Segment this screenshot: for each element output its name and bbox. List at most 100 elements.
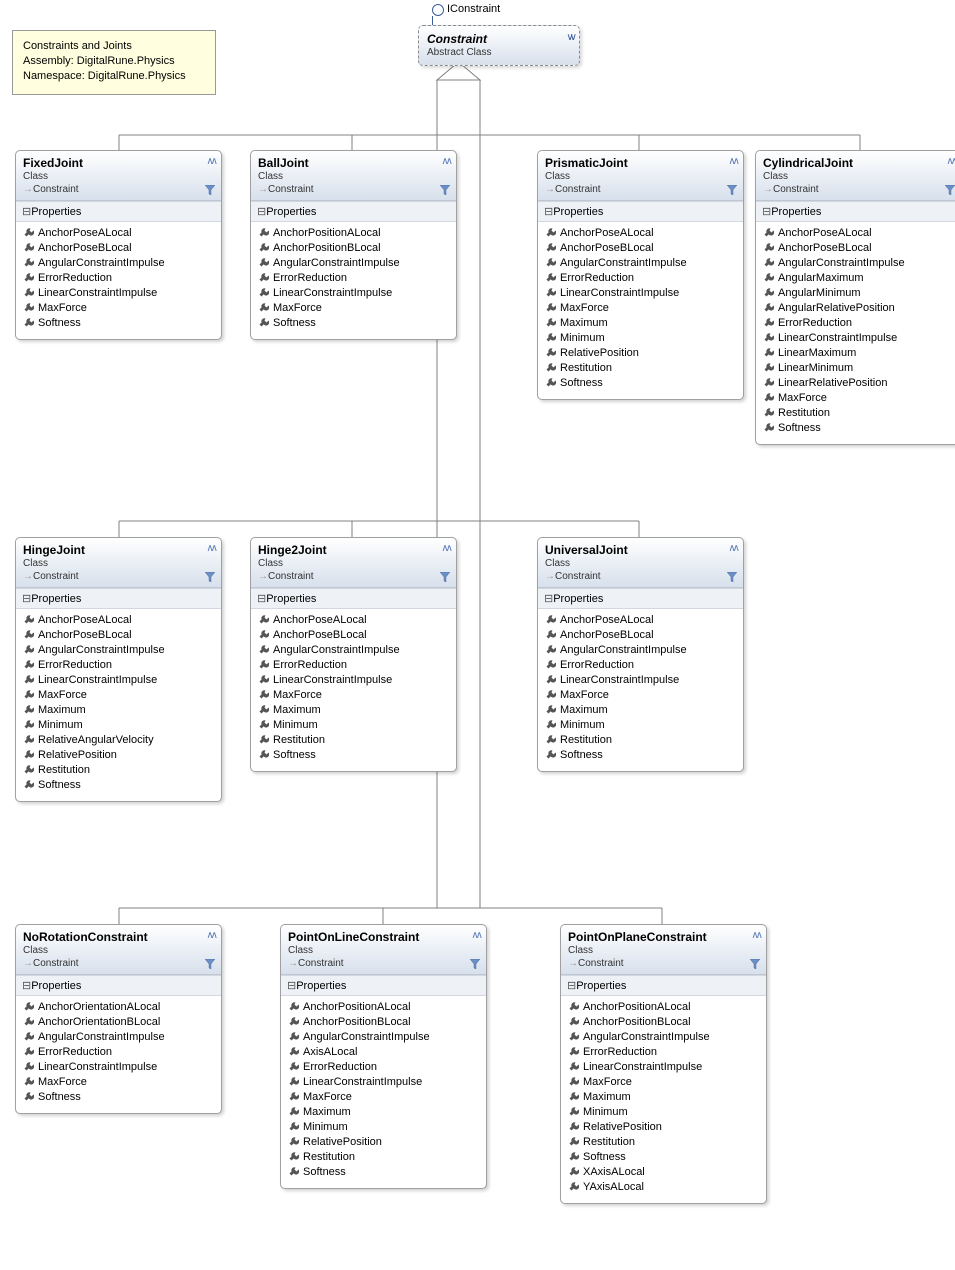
property-item[interactable]: RelativePosition [583, 1120, 760, 1135]
property-item[interactable]: AnchorPoseBLocal [273, 628, 450, 643]
property-item[interactable]: Maximum [38, 703, 215, 718]
expand-icon[interactable]: ∨∨ [566, 32, 573, 43]
property-item[interactable]: LinearConstraintImpulse [38, 673, 215, 688]
class-box-pointonlineconstraint[interactable]: PointOnLineConstraintClassConstraint∧∧Pr… [280, 924, 487, 1189]
property-item[interactable]: Minimum [583, 1105, 760, 1120]
class-box-hingejoint[interactable]: HingeJointClassConstraint∧∧PropertiesAnc… [15, 537, 222, 802]
property-item[interactable]: AngularRelativePosition [778, 301, 955, 316]
property-item[interactable]: LinearMaximum [778, 346, 955, 361]
property-item[interactable]: AngularConstraintImpulse [560, 256, 737, 271]
collapse-icon[interactable]: ∧∧ [206, 930, 215, 941]
property-item[interactable]: AngularConstraintImpulse [273, 256, 450, 271]
properties-header[interactable]: Properties [251, 588, 456, 609]
property-item[interactable]: RelativePosition [560, 346, 737, 361]
property-item[interactable]: Restitution [273, 733, 450, 748]
properties-header[interactable]: Properties [538, 201, 743, 222]
property-item[interactable]: AnchorPoseBLocal [560, 628, 737, 643]
property-item[interactable]: YAxisALocal [583, 1180, 760, 1195]
properties-header[interactable]: Properties [16, 975, 221, 996]
property-item[interactable]: MaxForce [273, 688, 450, 703]
property-item[interactable]: ErrorReduction [560, 658, 737, 673]
property-item[interactable]: AnchorPoseBLocal [38, 241, 215, 256]
property-item[interactable]: AxisALocal [303, 1045, 480, 1060]
property-item[interactable]: Maximum [560, 316, 737, 331]
property-item[interactable]: Softness [38, 778, 215, 793]
property-item[interactable]: AnchorPositionALocal [273, 226, 450, 241]
property-item[interactable]: Softness [560, 748, 737, 763]
property-item[interactable]: AnchorPoseALocal [38, 613, 215, 628]
property-item[interactable]: LinearConstraintImpulse [273, 286, 450, 301]
property-item[interactable]: LinearConstraintImpulse [303, 1075, 480, 1090]
property-item[interactable]: MaxForce [38, 301, 215, 316]
property-item[interactable]: Restitution [560, 733, 737, 748]
property-item[interactable]: AngularConstraintImpulse [303, 1030, 480, 1045]
property-item[interactable]: AnchorPositionBLocal [273, 241, 450, 256]
filter-icon[interactable] [727, 185, 737, 195]
property-item[interactable]: MaxForce [560, 301, 737, 316]
property-item[interactable]: AnchorPoseALocal [38, 226, 215, 241]
property-item[interactable]: Minimum [273, 718, 450, 733]
filter-icon[interactable] [945, 185, 955, 195]
property-item[interactable]: MaxForce [38, 688, 215, 703]
property-item[interactable]: Minimum [560, 331, 737, 346]
class-box-constraint-root[interactable]: Constraint Abstract Class ∨∨ [418, 25, 580, 66]
property-item[interactable]: Softness [303, 1165, 480, 1180]
property-item[interactable]: MaxForce [778, 391, 955, 406]
filter-icon[interactable] [205, 185, 215, 195]
property-item[interactable]: Restitution [583, 1135, 760, 1150]
property-item[interactable]: MaxForce [303, 1090, 480, 1105]
property-item[interactable]: AnchorPoseALocal [560, 226, 737, 241]
property-item[interactable]: LinearMinimum [778, 361, 955, 376]
filter-icon[interactable] [205, 959, 215, 969]
property-item[interactable]: ErrorReduction [38, 271, 215, 286]
property-item[interactable]: AnchorPoseBLocal [560, 241, 737, 256]
property-item[interactable]: Softness [583, 1150, 760, 1165]
properties-header[interactable]: Properties [281, 975, 486, 996]
property-item[interactable]: ErrorReduction [583, 1045, 760, 1060]
property-item[interactable]: LinearConstraintImpulse [560, 286, 737, 301]
property-item[interactable]: MaxForce [560, 688, 737, 703]
property-item[interactable]: AnchorPoseALocal [778, 226, 955, 241]
property-item[interactable]: ErrorReduction [273, 271, 450, 286]
property-item[interactable]: XAxisALocal [583, 1165, 760, 1180]
property-item[interactable]: LinearConstraintImpulse [273, 673, 450, 688]
property-item[interactable]: Restitution [560, 361, 737, 376]
property-item[interactable]: LinearConstraintImpulse [583, 1060, 760, 1075]
property-item[interactable]: Restitution [303, 1150, 480, 1165]
property-item[interactable]: AnchorPositionALocal [583, 1000, 760, 1015]
properties-header[interactable]: Properties [251, 201, 456, 222]
property-item[interactable]: AnchorPoseBLocal [778, 241, 955, 256]
filter-icon[interactable] [440, 572, 450, 582]
class-box-universaljoint[interactable]: UniversalJointClassConstraint∧∧Propertie… [537, 537, 744, 772]
property-item[interactable]: AngularConstraintImpulse [38, 256, 215, 271]
property-item[interactable]: RelativePosition [303, 1135, 480, 1150]
property-item[interactable]: RelativePosition [38, 748, 215, 763]
property-item[interactable]: Restitution [778, 406, 955, 421]
property-item[interactable]: LinearConstraintImpulse [778, 331, 955, 346]
class-box-norotationconstraint[interactable]: NoRotationConstraintClassConstraint∧∧Pro… [15, 924, 222, 1114]
collapse-icon[interactable]: ∧∧ [441, 156, 450, 167]
property-item[interactable]: MaxForce [583, 1075, 760, 1090]
class-box-balljoint[interactable]: BallJointClassConstraint∧∧PropertiesAnch… [250, 150, 457, 340]
property-item[interactable]: AngularConstraintImpulse [583, 1030, 760, 1045]
property-item[interactable]: Softness [560, 376, 737, 391]
property-item[interactable]: AngularMaximum [778, 271, 955, 286]
property-item[interactable]: Softness [38, 316, 215, 331]
collapse-icon[interactable]: ∧∧ [728, 543, 737, 554]
properties-header[interactable]: Properties [16, 588, 221, 609]
property-item[interactable]: Softness [273, 748, 450, 763]
property-item[interactable]: Minimum [560, 718, 737, 733]
property-item[interactable]: LinearRelativePosition [778, 376, 955, 391]
collapse-icon[interactable]: ∧∧ [728, 156, 737, 167]
property-item[interactable]: Maximum [303, 1105, 480, 1120]
class-box-pointonplaneconstraint[interactable]: PointOnPlaneConstraintClassConstraint∧∧P… [560, 924, 767, 1204]
property-item[interactable]: ErrorReduction [38, 658, 215, 673]
property-item[interactable]: AnchorPositionBLocal [303, 1015, 480, 1030]
property-item[interactable]: ErrorReduction [273, 658, 450, 673]
collapse-icon[interactable]: ∧∧ [471, 930, 480, 941]
property-item[interactable]: Minimum [303, 1120, 480, 1135]
property-item[interactable]: Minimum [38, 718, 215, 733]
property-item[interactable]: AngularConstraintImpulse [38, 643, 215, 658]
property-item[interactable]: ErrorReduction [303, 1060, 480, 1075]
property-item[interactable]: AnchorPositionALocal [303, 1000, 480, 1015]
